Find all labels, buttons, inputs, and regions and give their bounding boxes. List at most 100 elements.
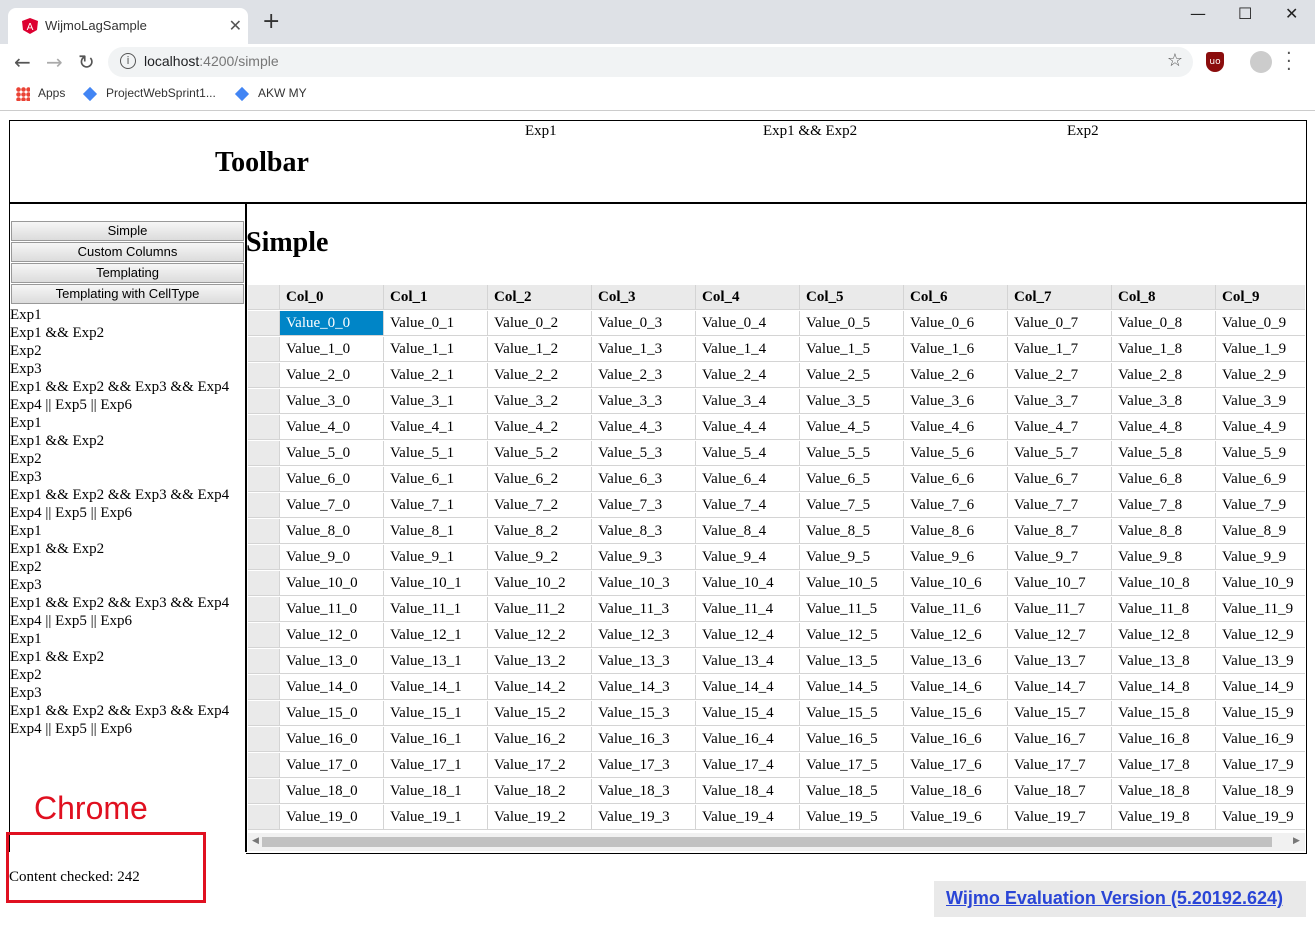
table-cell[interactable]: Value_18_9	[1216, 779, 1305, 804]
table-cell[interactable]: Value_9_1	[384, 545, 488, 570]
table-cell[interactable]: Value_13_2	[488, 649, 592, 674]
row-header[interactable]	[248, 519, 280, 544]
profile-avatar[interactable]	[1250, 51, 1272, 73]
table-cell[interactable]: Value_10_5	[800, 571, 904, 596]
browser-menu-icon[interactable]: · · ·	[1286, 45, 1292, 79]
table-cell[interactable]: Value_9_8	[1112, 545, 1216, 570]
table-cell[interactable]: Value_13_4	[696, 649, 800, 674]
address-bar[interactable]: i localhost:4200/simple ☆	[108, 47, 1193, 77]
table-cell[interactable]: Value_1_3	[592, 337, 696, 362]
table-cell[interactable]: Value_12_7	[1008, 623, 1112, 648]
table-cell[interactable]: Value_8_4	[696, 519, 800, 544]
table-cell[interactable]: Value_13_9	[1216, 649, 1305, 674]
table-cell[interactable]: Value_15_6	[904, 701, 1008, 726]
table-cell[interactable]: Value_1_1	[384, 337, 488, 362]
table-cell[interactable]: Value_4_4	[696, 415, 800, 440]
table-cell[interactable]: Value_2_7	[1008, 363, 1112, 388]
table-cell[interactable]: Value_8_0	[280, 519, 384, 544]
row-header[interactable]	[248, 727, 280, 752]
table-cell[interactable]: Value_11_2	[488, 597, 592, 622]
table-cell[interactable]: Value_8_8	[1112, 519, 1216, 544]
table-cell[interactable]: Value_12_3	[592, 623, 696, 648]
table-cell[interactable]: Value_12_9	[1216, 623, 1305, 648]
table-cell[interactable]: Value_7_4	[696, 493, 800, 518]
column-header[interactable]: Col_5	[800, 285, 904, 310]
table-cell[interactable]: Value_11_3	[592, 597, 696, 622]
row-header[interactable]	[248, 623, 280, 648]
new-tab-button[interactable]: +	[262, 11, 280, 33]
table-cell[interactable]: Value_2_5	[800, 363, 904, 388]
table-cell[interactable]: Value_15_8	[1112, 701, 1216, 726]
table-cell[interactable]: Value_2_9	[1216, 363, 1305, 388]
table-cell[interactable]: Value_19_1	[384, 805, 488, 830]
table-cell[interactable]: Value_11_6	[904, 597, 1008, 622]
table-cell[interactable]: Value_4_6	[904, 415, 1008, 440]
table-cell[interactable]: Value_4_8	[1112, 415, 1216, 440]
horizontal-scrollbar[interactable]: ◀ ▶	[248, 833, 1305, 851]
table-cell[interactable]: Value_19_8	[1112, 805, 1216, 830]
table-cell[interactable]: Value_14_4	[696, 675, 800, 700]
table-cell[interactable]: Value_0_8	[1112, 311, 1216, 336]
table-cell[interactable]: Value_10_4	[696, 571, 800, 596]
table-cell[interactable]: Value_0_6	[904, 311, 1008, 336]
table-cell[interactable]: Value_3_7	[1008, 389, 1112, 414]
table-cell[interactable]: Value_5_5	[800, 441, 904, 466]
table-cell[interactable]: Value_19_3	[592, 805, 696, 830]
table-cell[interactable]: Value_5_7	[1008, 441, 1112, 466]
table-cell[interactable]: Value_16_9	[1216, 727, 1305, 752]
row-header[interactable]	[248, 467, 280, 492]
table-cell[interactable]: Value_12_8	[1112, 623, 1216, 648]
table-cell[interactable]: Value_19_5	[800, 805, 904, 830]
table-cell[interactable]: Value_6_0	[280, 467, 384, 492]
table-cell[interactable]: Value_18_0	[280, 779, 384, 804]
table-cell[interactable]: Value_13_8	[1112, 649, 1216, 674]
table-cell[interactable]: Value_11_1	[384, 597, 488, 622]
table-cell[interactable]: Value_2_4	[696, 363, 800, 388]
table-cell[interactable]: Value_7_7	[1008, 493, 1112, 518]
table-cell[interactable]: Value_10_8	[1112, 571, 1216, 596]
table-cell[interactable]: Value_10_1	[384, 571, 488, 596]
back-icon[interactable]: ←	[14, 50, 31, 74]
table-cell[interactable]: Value_6_6	[904, 467, 1008, 492]
table-cell[interactable]: Value_6_3	[592, 467, 696, 492]
table-cell[interactable]: Value_6_5	[800, 467, 904, 492]
table-cell[interactable]: Value_0_4	[696, 311, 800, 336]
table-cell[interactable]: Value_18_7	[1008, 779, 1112, 804]
table-cell[interactable]: Value_12_4	[696, 623, 800, 648]
table-cell[interactable]: Value_18_4	[696, 779, 800, 804]
table-cell[interactable]: Value_12_1	[384, 623, 488, 648]
column-header[interactable]: Col_9	[1216, 285, 1305, 310]
table-cell[interactable]: Value_7_6	[904, 493, 1008, 518]
table-cell[interactable]: Value_4_3	[592, 415, 696, 440]
table-cell[interactable]: Value_10_6	[904, 571, 1008, 596]
row-header[interactable]	[248, 779, 280, 804]
table-cell[interactable]: Value_14_7	[1008, 675, 1112, 700]
row-header[interactable]	[248, 441, 280, 466]
table-cell[interactable]: Value_3_4	[696, 389, 800, 414]
table-cell[interactable]: Value_19_4	[696, 805, 800, 830]
table-cell[interactable]: Value_17_1	[384, 753, 488, 778]
table-cell[interactable]: Value_5_0	[280, 441, 384, 466]
table-cell[interactable]: Value_19_0	[280, 805, 384, 830]
table-cell[interactable]: Value_1_8	[1112, 337, 1216, 362]
table-cell[interactable]: Value_13_7	[1008, 649, 1112, 674]
table-cell[interactable]: Value_2_8	[1112, 363, 1216, 388]
table-cell[interactable]: Value_16_7	[1008, 727, 1112, 752]
table-cell[interactable]: Value_12_0	[280, 623, 384, 648]
table-cell[interactable]: Value_8_6	[904, 519, 1008, 544]
table-cell[interactable]: Value_0_1	[384, 311, 488, 336]
table-cell[interactable]: Value_2_6	[904, 363, 1008, 388]
table-cell[interactable]: Value_0_5	[800, 311, 904, 336]
table-cell[interactable]: Value_8_7	[1008, 519, 1112, 544]
table-cell[interactable]: Value_1_2	[488, 337, 592, 362]
row-header[interactable]	[248, 337, 280, 362]
grid-top-left-cell[interactable]	[248, 285, 280, 310]
table-cell[interactable]: Value_13_1	[384, 649, 488, 674]
scrollbar-thumb[interactable]	[262, 837, 1272, 847]
table-cell[interactable]: Value_14_3	[592, 675, 696, 700]
table-cell[interactable]: Value_10_7	[1008, 571, 1112, 596]
row-header[interactable]	[248, 753, 280, 778]
table-cell[interactable]: Value_19_9	[1216, 805, 1305, 830]
table-cell[interactable]: Value_3_1	[384, 389, 488, 414]
table-cell[interactable]: Value_17_0	[280, 753, 384, 778]
